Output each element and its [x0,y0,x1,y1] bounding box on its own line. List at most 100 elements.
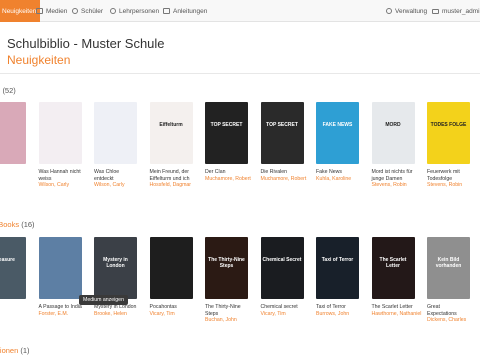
cover-text: TOP SECRET [210,122,243,128]
book-author[interactable]: Kuhla, Karoline [316,176,359,183]
book-row: Treasureasurehillip A Passage to IndiaFor… [0,237,480,357]
book-cover[interactable]: Taxi of Terror [316,237,359,299]
book-card[interactable]: A Passage to India Forster, E.M. [38,237,82,318]
book-card[interactable]: MORD Mord ist nichts für junge Damen Steven… [371,102,415,189]
nav-item-news[interactable]: Neuigkeiten [0,0,41,22]
book-cover[interactable]: TODES FOLGE [427,102,470,164]
book-author[interactable]: Wilson, Carly [94,182,137,189]
book-card[interactable]: Eiffelturm Mein Freund, der Eiffelturm und… [149,102,193,189]
book-author[interactable]: Vicary, Tim [261,311,304,318]
book-card[interactable]: The Thirty-Nine Steps The Thirty-Nine Step… [205,237,248,324]
book-author[interactable]: Brooke, Helen [94,311,137,318]
book-author[interactable]: Dickens, Charles [427,317,470,324]
nav-item-label: Schüler [81,7,104,15]
book-card[interactable]: Pocahontas Vicary, Tim [149,237,193,318]
book-card[interactable]: The Scarlet Letter The Scarlet Letter Hawt… [371,237,422,318]
section-count: (52) [2,86,16,95]
book-cover[interactable]: The Scarlet Letter [371,237,415,299]
book-author[interactable]: Forster, E.M. [39,311,82,318]
book-author[interactable]: Wilson, Carly [39,182,82,189]
book-card[interactable]: Chemical Secret Chemical secret Vicary, Ti… [260,237,304,318]
book-title: Mord ist nichts für [371,169,413,175]
section-name: nsionen [0,346,19,355]
book-card[interactable]: Treasureasurehillip [0,237,26,317]
book-cover[interactable]: MORD [371,102,415,164]
book-cover[interactable] [38,237,82,299]
nav-item-media[interactable]: Medien [36,0,67,22]
book-row: LiebeWas Hannah nichtweissWilson, CarlyW… [0,102,480,222]
nav-item-label: Medien [46,7,68,15]
nav-item-label: muster_admin [442,7,480,15]
page-title: Neuigkeiten [7,53,71,67]
book-card[interactable]: TODES FOLGE Feuerwerk mit Todesfolge Steven… [427,102,470,189]
book-cover[interactable]: Eiffelturm [149,102,193,164]
book-cover[interactable]: The Thirty-Nine Steps [205,237,248,299]
teachers-icon [110,8,116,14]
book-author[interactable]: Burrows, John [316,311,359,318]
book-card[interactable]: Was Chloe entdeckt Wilson, Carly [94,102,137,189]
book-card[interactable]: TOP SECRET Der Clan Muchamore, Robert [205,102,251,183]
section-name: h Books [0,220,20,229]
book-title: Was Hannah nicht [38,169,81,175]
book-author[interactable]: Hawthorne, Nathaniel [372,311,422,318]
cover-text: FAKE NEWS [322,122,353,128]
nav-item-administration[interactable]: Verwaltung [386,0,427,22]
nav-item-label: Neuigkeiten [2,7,37,15]
nav-item-teachers[interactable]: Lehrpersonen [110,0,159,22]
section-heading[interactable]: nsionen (1) [0,346,30,355]
guide-icon [163,8,170,14]
book-cover[interactable]: Mystery in London [94,237,137,299]
book-author[interactable]: Muchamore, Robert [261,176,307,183]
book-title: Chemical secret [260,304,298,310]
cover-text: Mystery in London [103,257,128,269]
book-author[interactable]: Hossfeld, Dagmar [150,182,193,189]
book-card[interactable]: Kein Bild vorhanden Great Expectations Dick… [427,237,470,324]
book-card[interactable]: FAKE NEWS Fake News Kuhla, Karoline [316,102,359,182]
cover-text: MORD [385,122,401,128]
book-author[interactable]: Muchamore, Robert [205,176,251,183]
book-author[interactable]: Stevens, Robin [372,182,415,189]
book-author[interactable]: Stevens, Robin [427,182,470,189]
book-card[interactable]: TOP SECRET Die Rivalen Muchamore, Robert [260,102,307,183]
nav-item-students[interactable]: Schüler [72,0,103,22]
book-card[interactable]: Mystery in London Mystery in London Brooke… [94,237,137,317]
book-cover[interactable] [149,237,193,299]
book-author[interactable]: Vicary, Tim [150,311,193,318]
students-icon [72,8,78,14]
book-cover[interactable] [38,102,82,164]
nav-item-label: Verwaltung [395,7,428,15]
book-card[interactable]: Was Hannah nicht weiss Wilson, Carly [38,102,82,189]
book-title: The Scarlet Letter [371,304,413,310]
book-cover[interactable] [94,102,137,164]
book-cover[interactable]: FAKE NEWS [316,102,359,164]
book-cover[interactable]: Kein Bild vorhanden [427,237,470,299]
nav-item-user-account[interactable]: muster_admin [432,0,480,22]
book-cover[interactable]: TOP SECRET [260,102,304,164]
gear-icon [386,8,392,14]
cover-text: Treasure [0,257,15,263]
book-cover[interactable]: Chemical Secret [260,237,304,299]
tooltip: Medium anzeigen [79,295,128,305]
cover-text: Taxi of Terror [321,257,354,263]
media-icon [36,8,43,14]
book-card[interactable]: Taxi of Terror Taxi of Terror Burrows, Joh… [316,237,359,317]
nav-item-label: Anleitungen [173,7,208,15]
cover-text: Eiffelturm [159,122,183,128]
cover-text: Kein Bild vorhanden [435,257,462,269]
book-cover[interactable] [0,102,26,164]
nav-item-guides[interactable]: Anleitungen [163,0,207,22]
section-heading[interactable]: en (52) [0,86,16,95]
section-heading[interactable]: h Books (16) [0,220,35,229]
book-author[interactable]: Buchan, John [205,317,248,324]
top-navbar: Neuigkeiten Medien Schüler Lehrpersonen … [0,0,480,22]
book-cover[interactable]: Treasure [0,237,26,299]
book-title: Mein Freund, der [149,169,190,175]
book-author[interactable]: hillip [0,311,26,318]
book-cover[interactable]: TOP SECRET [205,102,248,164]
nav-item-label: Lehrpersonen [119,7,160,15]
monitor-icon [432,8,439,14]
section-count: (16) [21,220,35,229]
book-title: Liebe [0,169,26,176]
book-card[interactable]: Liebe [0,102,26,176]
book-title: A Passage to India [38,304,82,310]
